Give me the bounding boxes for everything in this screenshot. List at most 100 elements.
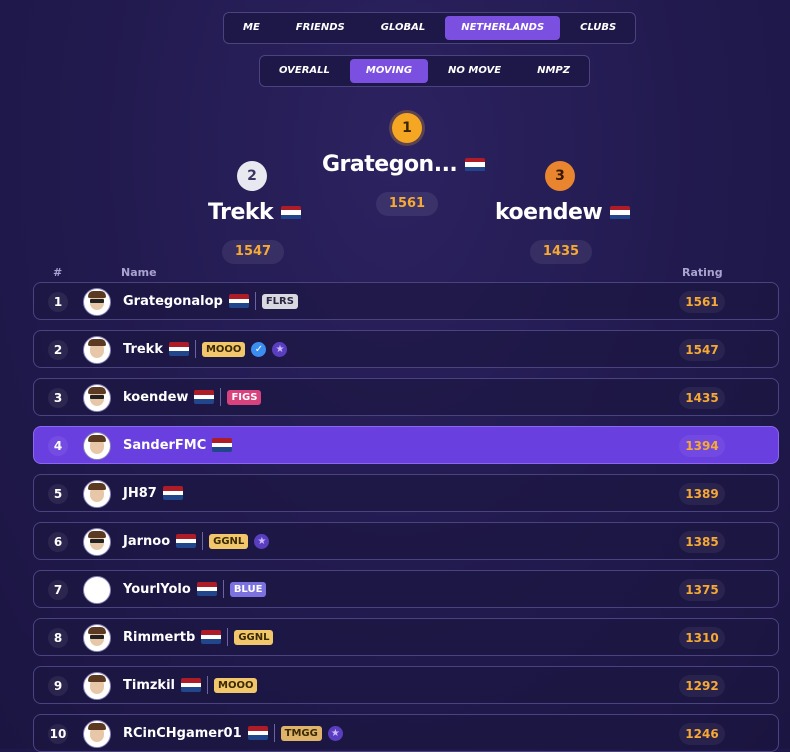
player-name-group: SanderFMC bbox=[123, 427, 233, 463]
row-rating: 1394 bbox=[679, 435, 725, 457]
club-tag[interactable]: GGNL bbox=[234, 629, 274, 645]
netherlands-flag-icon bbox=[212, 438, 233, 452]
row-rank: 3 bbox=[48, 388, 68, 408]
netherlands-flag-icon bbox=[176, 534, 197, 548]
avatar-hair bbox=[88, 627, 106, 634]
podium-first-name[interactable]: Grategon... bbox=[322, 152, 486, 177]
club-tag[interactable]: GGNL bbox=[209, 533, 249, 549]
avatar[interactable] bbox=[83, 672, 111, 700]
player-name[interactable]: RCinCHgamer01 bbox=[123, 726, 242, 741]
avatar-glasses bbox=[90, 635, 104, 639]
divider bbox=[227, 628, 229, 646]
table-row[interactable]: 2 Trekk MOOO ✓ ★ 1547 bbox=[33, 330, 779, 368]
table-row[interactable]: 4 SanderFMC 1394 bbox=[33, 426, 779, 464]
podium-second-name-text: Trekk bbox=[208, 200, 274, 225]
club-tag[interactable]: MOOO bbox=[201, 341, 246, 357]
pro-badge-icon: ★ bbox=[327, 725, 343, 741]
player-name-group: Rimmertb GGNL bbox=[123, 619, 274, 655]
player-name[interactable]: SanderFMC bbox=[123, 438, 206, 453]
tab-moving[interactable]: MOVING bbox=[349, 59, 429, 83]
table-row[interactable]: 5 JH87 1389 bbox=[33, 474, 779, 512]
row-rank: 6 bbox=[48, 532, 68, 552]
netherlands-flag-icon bbox=[465, 157, 486, 172]
row-rating: 1547 bbox=[679, 339, 725, 361]
tab-nmpz[interactable]: NMPZ bbox=[521, 59, 586, 83]
netherlands-flag-icon bbox=[181, 678, 201, 692]
club-tag[interactable]: MOOO bbox=[214, 677, 258, 693]
player-name[interactable]: Timzkil bbox=[123, 678, 175, 693]
avatar-hair bbox=[88, 291, 106, 298]
avatar-hair bbox=[88, 723, 106, 730]
tab-global[interactable]: GLOBAL bbox=[365, 16, 441, 40]
player-name-group: Trekk MOOO ✓ ★ bbox=[123, 331, 288, 367]
player-name-group: Grategonalop FLRS bbox=[123, 283, 298, 319]
podium-third-name[interactable]: koendew bbox=[495, 200, 631, 225]
verified-check-icon: ✓ bbox=[251, 341, 267, 357]
mode-tabbar: OVERALL MOVING NO MOVE NMPZ bbox=[259, 55, 590, 87]
player-name[interactable]: YourlYolo bbox=[123, 582, 191, 597]
avatar-hair bbox=[88, 675, 106, 682]
avatar[interactable] bbox=[83, 384, 111, 412]
podium-first-name-text: Grategon... bbox=[322, 152, 458, 177]
row-rating: 1246 bbox=[679, 723, 725, 745]
avatar-hair bbox=[88, 531, 106, 538]
tab-clubs[interactable]: CLUBS bbox=[564, 16, 632, 40]
player-name[interactable]: Rimmertb bbox=[123, 630, 195, 645]
avatar[interactable] bbox=[83, 288, 111, 316]
row-rating: 1292 bbox=[679, 675, 725, 697]
avatar-glasses bbox=[90, 299, 104, 303]
table-row[interactable]: 9 Timzkil MOOO 1292 bbox=[33, 666, 779, 704]
avatar[interactable] bbox=[83, 576, 111, 604]
player-name[interactable]: Grategonalop bbox=[123, 294, 223, 309]
tab-netherlands[interactable]: NETHERLANDS bbox=[445, 16, 561, 40]
podium-second-name[interactable]: Trekk bbox=[208, 200, 302, 225]
row-rank: 7 bbox=[48, 580, 68, 600]
row-rating: 1385 bbox=[679, 531, 725, 553]
club-tag[interactable]: FIGS bbox=[227, 389, 262, 405]
divider bbox=[254, 292, 256, 310]
avatar[interactable] bbox=[83, 480, 111, 508]
divider bbox=[273, 724, 275, 742]
tab-me[interactable]: ME bbox=[227, 16, 276, 40]
avatar-hair bbox=[88, 387, 106, 394]
row-rank: 5 bbox=[48, 484, 68, 504]
avatar[interactable] bbox=[83, 336, 111, 364]
table-row[interactable]: 3 koendew FIGS 1435 bbox=[33, 378, 779, 416]
avatar[interactable] bbox=[83, 720, 111, 748]
scope-tabbar: ME FRIENDS GLOBAL NETHERLANDS CLUBS bbox=[223, 12, 637, 44]
table-row[interactable]: 1 Grategonalop FLRS 1561 bbox=[33, 282, 779, 320]
table-row[interactable]: 6 Jarnoo GGNL ★ 1385 bbox=[33, 522, 779, 560]
row-rank: 10 bbox=[48, 724, 68, 744]
podium-third-name-text: koendew bbox=[495, 200, 603, 225]
row-rating: 1561 bbox=[679, 291, 725, 313]
avatar[interactable] bbox=[83, 624, 111, 652]
table-row[interactable]: 8 Rimmertb GGNL 1310 bbox=[33, 618, 779, 656]
player-name[interactable]: Jarnoo bbox=[123, 534, 170, 549]
row-rank: 1 bbox=[48, 292, 68, 312]
tab-overall[interactable]: OVERALL bbox=[263, 59, 346, 83]
column-header-rank: # bbox=[53, 266, 63, 279]
player-name-group: YourlYolo BLUE bbox=[123, 571, 267, 607]
avatar[interactable] bbox=[83, 432, 111, 460]
netherlands-flag-icon bbox=[610, 205, 631, 220]
table-row[interactable]: 10 RCinCHgamer01 TMGG ★ 1246 bbox=[33, 714, 779, 752]
club-tag[interactable]: FLRS bbox=[261, 293, 298, 309]
club-tag[interactable]: BLUE bbox=[229, 581, 267, 597]
netherlands-flag-icon bbox=[168, 342, 189, 356]
podium-first-rating: 1561 bbox=[376, 192, 438, 216]
tab-no-move[interactable]: NO MOVE bbox=[432, 59, 517, 83]
row-rating: 1310 bbox=[679, 627, 725, 649]
avatar-hair bbox=[88, 339, 106, 346]
table-row[interactable]: 7 YourlYolo BLUE 1375 bbox=[33, 570, 779, 608]
tab-friends[interactable]: FRIENDS bbox=[280, 16, 361, 40]
podium-third-rating: 1435 bbox=[530, 240, 592, 264]
player-name[interactable]: JH87 bbox=[123, 486, 157, 501]
avatar[interactable] bbox=[83, 528, 111, 556]
player-name[interactable]: Trekk bbox=[123, 342, 163, 357]
avatar-glasses bbox=[90, 395, 104, 399]
club-tag[interactable]: TMGG bbox=[280, 725, 322, 741]
divider bbox=[207, 676, 208, 694]
netherlands-flag-icon bbox=[281, 205, 302, 220]
netherlands-flag-icon bbox=[196, 582, 217, 596]
player-name[interactable]: koendew bbox=[123, 390, 188, 405]
